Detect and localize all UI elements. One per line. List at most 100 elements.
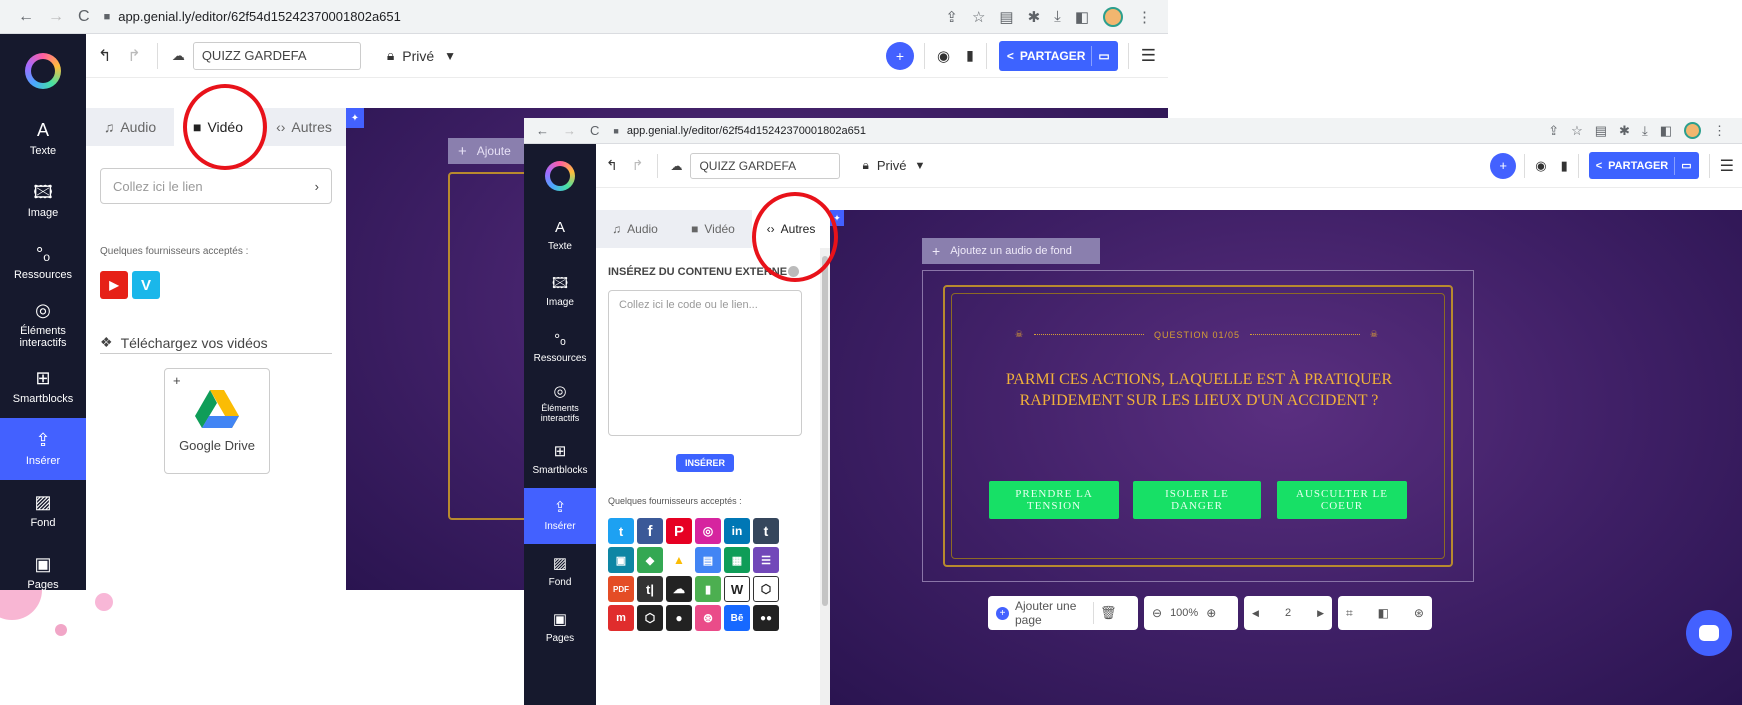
reload-icon[interactable]: C bbox=[590, 123, 599, 138]
save-icon[interactable]: ▮ bbox=[1561, 158, 1568, 174]
lock-privacy-icon: 🔒︎ bbox=[386, 47, 395, 63]
redo-icon[interactable]: ↱ bbox=[632, 157, 644, 174]
sidebar-item-texte[interactable]: A Texte bbox=[524, 208, 596, 264]
layers-icon[interactable]: ⊛ bbox=[1414, 606, 1424, 620]
sidebar-item-inserer[interactable]: ⇪ Insérer bbox=[0, 418, 86, 480]
codepen-dark-icon: ⬡ bbox=[637, 605, 663, 631]
address-bar[interactable]: ■ app.genial.ly/editor/62f54d15242370001… bbox=[613, 125, 1548, 137]
undo-icon[interactable]: ↰ bbox=[98, 46, 111, 66]
download-icon[interactable]: ⤓ bbox=[1054, 8, 1061, 25]
tab-video[interactable]: ■ Vidéo bbox=[674, 210, 752, 248]
google-drive-button[interactable]: + Google Drive bbox=[164, 368, 270, 474]
tab-autres[interactable]: ‹› Autres bbox=[262, 108, 346, 146]
insert-button[interactable]: INSÉRER bbox=[676, 454, 734, 472]
answer-button[interactable]: AUSCULTER LE COEUR bbox=[1277, 481, 1407, 519]
sidebar-item-ressources[interactable]: °ₒ Ressources bbox=[0, 232, 86, 294]
address-bar[interactable]: ■ app.genial.ly/editor/62f54d15242370001… bbox=[104, 9, 946, 24]
pin-icon[interactable]: ✦ bbox=[346, 108, 364, 128]
next-page-icon[interactable]: ▶ bbox=[1317, 608, 1324, 619]
share-page-icon[interactable]: ⇪ bbox=[945, 8, 958, 26]
reload-icon[interactable]: C bbox=[78, 8, 90, 26]
sidebar-item-fond[interactable]: ▨ Fond bbox=[0, 480, 86, 542]
tumblr-icon: t bbox=[753, 518, 779, 544]
resources-icon: °ₒ bbox=[554, 331, 566, 349]
privacy-dropdown[interactable]: Privé bbox=[402, 48, 434, 64]
chevron-down-icon[interactable]: ▼ bbox=[444, 49, 456, 63]
add-collaborator-icon[interactable]: + bbox=[1490, 152, 1517, 179]
answer-button[interactable]: ISOLER LE DANGER bbox=[1133, 481, 1261, 519]
trash-icon[interactable]: 🗑︎ bbox=[1100, 605, 1117, 621]
forward-icon[interactable]: → bbox=[48, 8, 64, 26]
code-textarea[interactable]: Collez ici le code ou le lien... bbox=[608, 290, 802, 436]
profile-avatar-icon[interactable] bbox=[1103, 6, 1123, 27]
chat-support-button[interactable] bbox=[1686, 610, 1732, 656]
add-audio-button[interactable]: + Ajoutez un audio de fond bbox=[922, 238, 1100, 264]
download-icon[interactable]: ⤓ bbox=[1642, 123, 1648, 139]
back-icon[interactable]: ← bbox=[18, 8, 34, 26]
sidebar-item-texte[interactable]: A Texte bbox=[0, 108, 86, 170]
forward-icon[interactable]: → bbox=[563, 123, 576, 138]
genially-logo-icon[interactable] bbox=[25, 53, 61, 89]
project-name-field[interactable]: QUIZZ GARDEFA bbox=[192, 41, 361, 70]
sidebar-item-smartblocks[interactable]: ⊞ Smartblocks bbox=[0, 356, 86, 418]
back-icon[interactable]: ← bbox=[536, 123, 549, 138]
hamburger-menu-icon[interactable]: ☰ bbox=[1720, 156, 1734, 176]
sidebar-item-fond[interactable]: ▨ Fond bbox=[524, 544, 596, 600]
share-button[interactable]: < PARTAGER ▭ bbox=[1588, 152, 1699, 179]
more-menu-icon[interactable]: ⋮ bbox=[1137, 8, 1152, 26]
extensions-icon[interactable]: ✱ bbox=[1028, 8, 1041, 26]
tab-audio[interactable]: ♫ Audio bbox=[86, 108, 174, 146]
preview-eye-icon[interactable]: ◉ bbox=[937, 47, 950, 65]
bookmark-star-icon[interactable]: ☆ bbox=[972, 8, 985, 26]
zoom-out-icon[interactable]: ⊖ bbox=[1152, 606, 1162, 620]
side-panel-icon[interactable]: ◧ bbox=[1660, 123, 1672, 139]
add-collaborator-icon[interactable]: + bbox=[886, 41, 915, 70]
genially-logo-icon[interactable] bbox=[545, 161, 575, 191]
prev-page-icon[interactable]: ◀ bbox=[1252, 608, 1259, 619]
reading-list-icon[interactable]: ▤ bbox=[1595, 123, 1607, 139]
sidebar-item-pages[interactable]: ▣ Pages bbox=[0, 542, 86, 590]
sidebar-item-interactifs[interactable]: ◎ Éléments interactifs bbox=[524, 376, 596, 432]
insert-panel: ♫ Audio ■ Vidéo ‹› Autres INSÉREZ DU CONTEN… bbox=[596, 210, 830, 705]
sidebar-item-interactifs[interactable]: ◎ Éléments interactifs bbox=[0, 294, 86, 356]
browser-toolbar: ← → C ■ app.genial.ly/editor/62f54d15242… bbox=[0, 0, 1168, 34]
sidebar-item-inserer[interactable]: ⇪ Insérer bbox=[524, 488, 596, 544]
reading-list-icon[interactable]: ▤ bbox=[999, 8, 1013, 26]
present-icon[interactable]: ▭ bbox=[1098, 49, 1109, 63]
bookmark-star-icon[interactable]: ☆ bbox=[1571, 123, 1583, 139]
google-drive-icon bbox=[195, 389, 239, 428]
present-icon[interactable]: ▭ bbox=[1681, 159, 1691, 172]
undo-icon[interactable]: ↰ bbox=[606, 157, 618, 174]
project-name-field[interactable]: QUIZZ GARDEFA bbox=[690, 152, 841, 179]
answer-button[interactable]: PRENDRE LA TENSION bbox=[989, 481, 1119, 519]
tab-audio[interactable]: ♫ Audio bbox=[596, 210, 674, 248]
pinterest-icon: P bbox=[666, 518, 692, 544]
link-input[interactable]: Collez ici le lien › bbox=[100, 168, 332, 204]
profile-avatar-icon[interactable] bbox=[1684, 122, 1701, 139]
share-button[interactable]: < PARTAGER ▭ bbox=[998, 40, 1118, 71]
redo-icon[interactable]: ↱ bbox=[127, 46, 140, 66]
chevron-down-icon[interactable]: ▼ bbox=[914, 160, 925, 172]
privacy-dropdown[interactable]: Privé bbox=[877, 158, 907, 173]
preview-eye-icon[interactable]: ◉ bbox=[1535, 158, 1546, 174]
sidebar-item-image[interactable]: 🖾 Image bbox=[0, 170, 86, 232]
sidebar-item-smartblocks[interactable]: ⊞ Smartblocks bbox=[524, 432, 596, 488]
side-panel-icon[interactable]: ◧ bbox=[1075, 8, 1089, 26]
extensions-icon[interactable]: ✱ bbox=[1619, 123, 1630, 139]
share-page-icon[interactable]: ⇪ bbox=[1548, 123, 1559, 139]
pages-icon: ▣ bbox=[552, 611, 568, 629]
sidebar-item-ressources[interactable]: °ₒ Ressources bbox=[524, 320, 596, 376]
hamburger-menu-icon[interactable]: ☰ bbox=[1141, 46, 1156, 66]
panel-scrollbar[interactable] bbox=[820, 248, 830, 705]
more-menu-icon[interactable]: ⋮ bbox=[1713, 123, 1726, 139]
chevron-right-icon[interactable]: › bbox=[315, 179, 319, 194]
sidebar: A Texte 🖾 Image °ₒ Ressources ◎ Éléments int… bbox=[524, 144, 596, 705]
sidebar-item-pages[interactable]: ▣ Pages bbox=[524, 600, 596, 656]
add-page-control[interactable]: + Ajouter une page 🗑︎ bbox=[988, 596, 1138, 630]
grid-icon[interactable]: ⌗ bbox=[1346, 606, 1353, 621]
layout-icon[interactable]: ◧ bbox=[1378, 606, 1389, 620]
save-icon[interactable]: ▮ bbox=[966, 47, 974, 64]
instagram-icon: ◎ bbox=[695, 518, 721, 544]
sidebar-item-image[interactable]: 🖾 Image bbox=[524, 264, 596, 320]
zoom-in-icon[interactable]: ⊕ bbox=[1206, 606, 1216, 620]
